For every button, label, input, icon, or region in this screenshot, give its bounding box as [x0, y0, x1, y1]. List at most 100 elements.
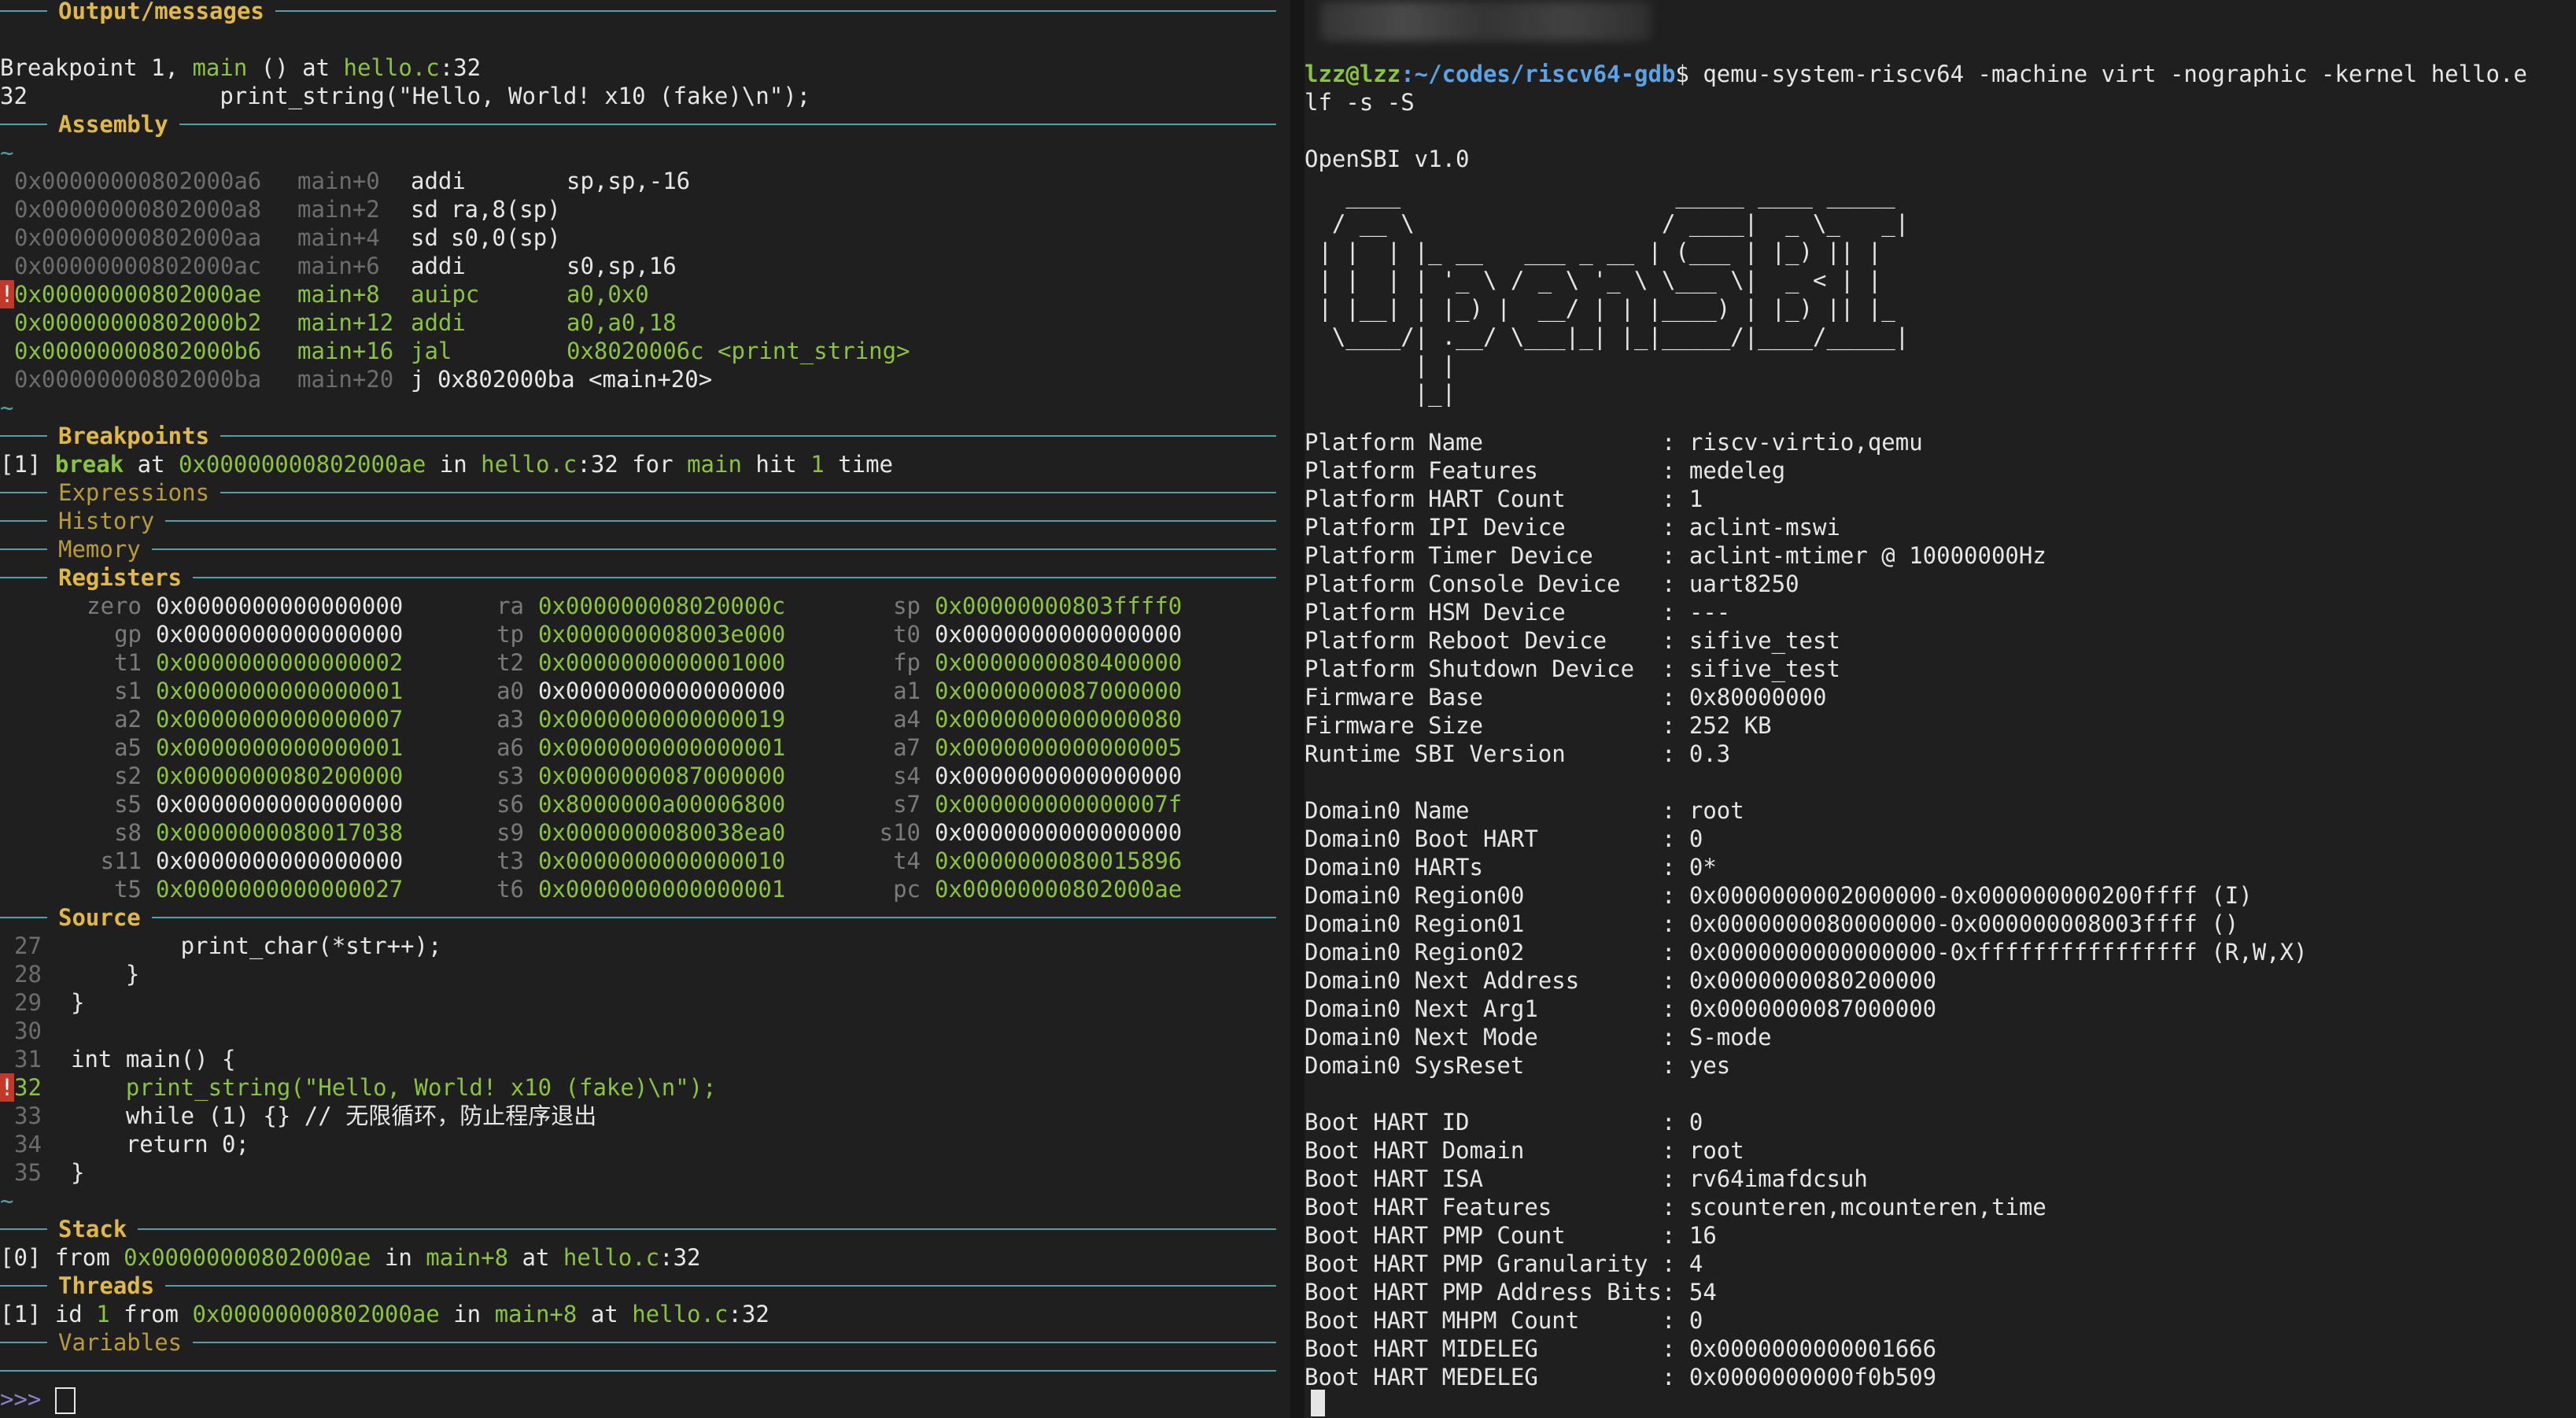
platform-info-line: Runtime SBI Version : 0.3 — [1305, 740, 1731, 767]
asm-offset: main+8 — [297, 281, 380, 308]
register-value: 0x0000000000000027 — [156, 876, 404, 903]
output-line-breakpoint: Breakpoint 1, main () at hello.c:32 — [0, 54, 482, 81]
asm-address: 0x00000000802000b6 — [14, 338, 262, 364]
domain-info-line: Domain0 Next Address : 0x000000008020000… — [1305, 967, 1937, 994]
source-line: 27 print_char(*str++); — [0, 932, 1275, 960]
register-name: fp — [893, 649, 921, 676]
opensbi-version: OpenSBI v1.0 — [1305, 146, 1470, 172]
register-value: 0x0000000000000001 — [538, 876, 786, 903]
section-title-output: Output/messages — [47, 0, 275, 25]
domain-info-line: Domain0 SysReset : yes — [1305, 1052, 1731, 1079]
platform-info-line: Platform Reboot Device : sifive_test — [1305, 627, 1840, 654]
assembly-line: 0x00000000802000aa main+4 sd s0,0(sp) — [0, 223, 1275, 252]
section-output-header: Output/messages — [0, 0, 1290, 25]
register-name: t5 — [114, 876, 142, 903]
register-name: s10 — [879, 819, 921, 846]
platform-info-line: Platform Name : riscv-virtio,qemu — [1305, 429, 1923, 456]
breakpoint-entry[interactable]: [1] break at 0x00000000802000ae in hello… — [0, 450, 893, 478]
register-name: t4 — [893, 847, 921, 874]
stack-frame-0[interactable]: [0] from 0x00000000802000ae in main+8 at… — [0, 1243, 701, 1272]
assembly-line: 0x00000000802000b2 main+12 addi a0,a0,18 — [0, 308, 1275, 337]
section-memory-header: Memory — [0, 535, 1290, 563]
source-line-number: 32 — [14, 1074, 42, 1101]
platform-info-line: Platform Shutdown Device : sifive_test — [1305, 655, 1840, 682]
asm-opcode: addi — [411, 309, 466, 336]
section-title-memory: Memory — [47, 535, 152, 563]
breakpoint-marker: ! — [0, 280, 14, 308]
register-name: s7 — [893, 791, 921, 818]
boot-info-line: Boot HART Features : scounteren,mcounter… — [1305, 1194, 2046, 1220]
section-stack-header: Stack — [0, 1215, 1290, 1243]
source-code: int main() { — [71, 1046, 236, 1073]
register-name: tp — [496, 621, 524, 648]
source-line-number: 35 — [14, 1159, 42, 1186]
gdb-dashboard-pane[interactable]: Output/messages Breakpoint 1, main () at… — [0, 0, 1290, 1418]
boot-info-line: Boot HART ID : 0 — [1305, 1109, 1703, 1136]
domain-info-line: Domain0 HARTs : 0* — [1305, 854, 1717, 881]
asm-address: 0x00000000802000b2 — [14, 309, 262, 336]
gdb-prompt-line[interactable]: >>> — [0, 1385, 76, 1414]
boot-info-line: Boot HART PMP Address Bits: 54 — [1305, 1279, 1717, 1305]
register-name: a1 — [893, 678, 921, 704]
asm-offset: main+12 — [297, 309, 394, 336]
register-name: t0 — [893, 621, 921, 648]
boot-info-line: Boot HART ISA : rv64imafdcsuh — [1305, 1165, 1868, 1192]
register-value: 0x0000000000000001 — [538, 734, 786, 761]
register-name: a5 — [114, 734, 142, 761]
terminal-cursor[interactable] — [1311, 1390, 1325, 1416]
asm-operands: sp,sp,-16 — [566, 168, 691, 194]
domain-info-line: Domain0 Region01 : 0x0000000080000000-0x… — [1305, 910, 2239, 937]
source-line-number: 29 — [14, 989, 42, 1016]
asm-operands: a0,a0,18 — [566, 309, 677, 336]
blurred-title — [1320, 2, 1651, 41]
register-value: 0x0000000000000001 — [156, 734, 404, 761]
source-tilde-bottom: ~ — [0, 1187, 14, 1214]
source-code: return 0; — [71, 1131, 249, 1158]
asm-operands: s0,sp,16 — [566, 253, 677, 279]
asm-opcode: sd — [411, 196, 438, 223]
source-line: 29} — [0, 988, 1275, 1017]
assembly-line: 0x00000000802000ac main+6 addi s0,sp,16 — [0, 252, 1275, 280]
asm-address: 0x00000000802000ba — [14, 366, 262, 393]
boot-info-line: Boot HART PMP Count : 16 — [1305, 1222, 1717, 1249]
section-breakpoints-header: Breakpoints — [0, 422, 1290, 450]
register-name: s6 — [496, 791, 524, 818]
section-title-expressions: Expressions — [47, 478, 221, 507]
register-value: 0x0000000080200000 — [156, 763, 404, 789]
assembly-line: 0x00000000802000a6 main+0 addi sp,sp,-16 — [0, 167, 1275, 195]
source-line: 28 } — [0, 960, 1275, 988]
register-value: 0x0000000000000000 — [538, 678, 786, 704]
pane-divider[interactable] — [1290, 0, 1305, 1418]
boot-info-line: Boot HART MHPM Count : 0 — [1305, 1307, 1703, 1334]
assembly-line: 0x00000000802000a8 main+2 sd ra,8(sp) — [0, 195, 1275, 223]
section-source-header: Source — [0, 903, 1290, 932]
register-value: 0x0000000000001000 — [538, 649, 786, 676]
register-value: 0x0000000000000005 — [935, 734, 1183, 761]
asm-offset: main+20 — [297, 366, 394, 393]
source-line-number: 30 — [14, 1017, 42, 1044]
register-value: 0x0000000000000010 — [538, 847, 786, 874]
source-line-number: 31 — [14, 1046, 42, 1073]
source-line-number: 27 — [14, 932, 42, 959]
source-code: } — [71, 961, 140, 988]
register-value: 0x0000000000000000 — [156, 791, 404, 818]
banner-line: | |__| | |_) | __/ | | |____) | |_) || |… — [1305, 295, 1895, 322]
asm-opcode: auipc — [411, 281, 480, 308]
register-name: zero — [87, 593, 142, 619]
asm-operands: 0x8020006c <print_string> — [566, 338, 910, 364]
assembly-line: 0x00000000802000b6 main+16 jal 0x8020006c <… — [0, 337, 1275, 365]
domain-info-line: Domain0 Next Mode : S-mode — [1305, 1024, 1772, 1051]
assembly-tilde-top: ~ — [0, 139, 14, 166]
qemu-terminal-pane[interactable]: lzz@lzz:~/codes/riscv64-gdb$ qemu-system… — [1305, 0, 2576, 1418]
asm-opcode: jal — [411, 338, 452, 364]
source-line-number: 34 — [14, 1131, 42, 1158]
section-expressions-header: Expressions — [0, 478, 1290, 507]
banner-line: | | | |_ __ ___ _ __ | (___ | |_) || | — [1305, 238, 1882, 265]
thread-entry-1[interactable]: [1] id 1 from 0x00000000802000ae in main… — [0, 1300, 769, 1328]
register-name: t6 — [496, 876, 524, 903]
banner-line: |_| — [1305, 380, 1456, 407]
platform-info-line: Platform Console Device : uart8250 — [1305, 571, 1799, 597]
register-value: 0x000000000000007f — [935, 791, 1183, 818]
gdb-input-cursor[interactable] — [54, 1387, 76, 1414]
source-line: 31 int main() { — [0, 1045, 1275, 1073]
